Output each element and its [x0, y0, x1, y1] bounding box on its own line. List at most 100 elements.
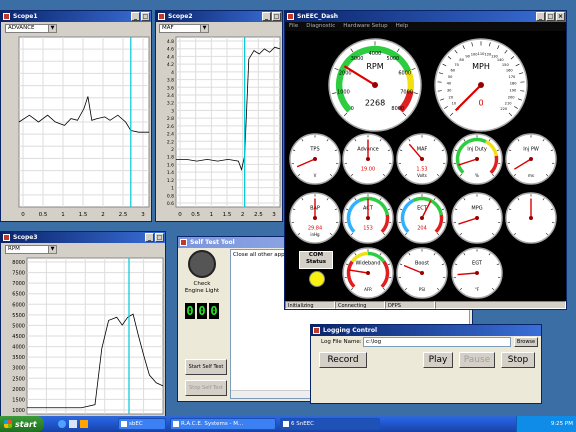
y-tick-label: 4.6: [167, 47, 174, 53]
dash-titlebar[interactable]: SnEEC_Dash _ □ ×: [285, 11, 566, 22]
gauge-label: Inj PW: [523, 146, 539, 152]
y-tick-label: 6500: [12, 292, 25, 298]
y-tick-label: 4.8: [167, 39, 174, 45]
close-button[interactable]: ×: [556, 12, 565, 21]
rpm-gauge: 0 1000 2000 3000 4000 5000 6000 7000 8000 RPM 2268: [328, 38, 422, 132]
small-gauge: EGT °F: [451, 247, 503, 299]
minimize-button[interactable]: _: [262, 12, 271, 21]
gauge-tick-label: 30: [447, 89, 452, 93]
code-digit: 0: [209, 303, 219, 319]
logging-titlebar[interactable]: Logging Control: [311, 325, 541, 336]
y-tick-label: 1000: [12, 408, 25, 414]
gauge-hub: [475, 216, 479, 220]
menu-help[interactable]: Help: [396, 22, 409, 31]
menu-diagnostic[interactable]: Diagnostic: [306, 22, 335, 31]
browse-button[interactable]: Browse: [514, 337, 538, 347]
minimize-button[interactable]: _: [145, 233, 154, 242]
com-status-indicator: [309, 271, 325, 287]
gauge-value: 1.53: [416, 166, 427, 172]
logging-window: Logging Control Log File Name: c:\log Br…: [310, 324, 542, 404]
y-tick-label: 5000: [12, 323, 25, 329]
gauge-label: MAF: [417, 146, 428, 152]
scope3-title: Scope3: [13, 234, 38, 241]
y-tick-label: 0.6: [167, 201, 174, 207]
gauge-value: 153: [363, 225, 373, 231]
start-button[interactable]: start: [0, 416, 44, 432]
gauge-value: 19.00: [361, 166, 375, 172]
x-tick-label: 1: [210, 212, 214, 218]
scope3-titlebar[interactable]: Scope3 _ □: [1, 232, 165, 243]
selftest-title: Self Test Tool: [190, 239, 235, 246]
scope2-plot: 4.8 4.6 4.4 4.2 4 3.8 3.6 3.4 3.2 3 2.8 2.6 2.4 2.2 2 1…: [158, 35, 282, 223]
gauge-unit: %: [475, 173, 479, 178]
maximize-button[interactable]: □: [272, 12, 281, 21]
pause-button[interactable]: Pause: [459, 352, 495, 368]
play-button[interactable]: Play: [423, 352, 453, 368]
y-tick-label: 1.6: [167, 162, 174, 168]
x-tick-label: 1.5: [223, 212, 232, 218]
maximize-button[interactable]: □: [546, 12, 555, 21]
stop-self-test-button[interactable]: Stop Self Test: [185, 380, 227, 396]
gauge-unit: Volts: [417, 173, 427, 178]
gauge-tick-label: 0: [351, 106, 354, 112]
dash-window: SnEEC_Dash _ □ × File Diagnostic Hardwar…: [284, 10, 567, 310]
scope1-channel-select[interactable]: ADVANCE ▼: [5, 24, 57, 33]
y-tick-label: 1500: [12, 397, 25, 403]
scope3-plot: 8000 7500 7000 6500 6000 5500 5000 4500 4000 3500…: [3, 256, 165, 416]
code-display: 0 0 0: [185, 303, 219, 319]
gauge-value: 0: [478, 99, 483, 108]
minimize-button[interactable]: _: [131, 12, 140, 21]
dash-statusbar: Initializing Connecting DFPS: [285, 301, 566, 309]
clock[interactable]: 9:25 PM: [551, 421, 573, 427]
y-tick-label: 6000: [12, 302, 25, 308]
menu-file[interactable]: File: [289, 22, 298, 31]
gauge-label: Inj Duty: [467, 146, 487, 152]
desktop-icon[interactable]: [69, 420, 77, 428]
gauge-tick-label: 1000: [337, 89, 350, 95]
quick-launch: [58, 420, 88, 428]
gauge-value: 204: [417, 225, 427, 231]
scope2-plot-svg: 4.84.64.44.243.83.63.43.232.82.62.42.221…: [167, 36, 281, 218]
ie-icon[interactable]: [58, 420, 66, 428]
plot-background: [175, 36, 281, 208]
media-icon[interactable]: [80, 420, 88, 428]
start-self-test-button[interactable]: Start Self Test: [185, 359, 227, 375]
gauge-tick-label: 50: [448, 75, 453, 79]
small-gauge: Advance19.00: [342, 133, 394, 185]
small-gauge: ACT153: [342, 192, 394, 244]
status-cell: DFPS: [385, 301, 435, 309]
taskbar-item-sbec[interactable]: sbEC: [118, 418, 166, 430]
gauge-unit: °F: [475, 287, 480, 292]
small-gauge: [505, 192, 557, 244]
gauge-hub: [478, 82, 484, 88]
scope2-channel-select[interactable]: MAF ▼: [159, 24, 209, 33]
gauge-hub: [366, 216, 370, 220]
maximize-button[interactable]: □: [155, 233, 164, 242]
y-tick-label: 3.2: [167, 101, 174, 107]
gauge-tick-label: 40: [447, 82, 452, 86]
gauge-hub: [372, 82, 378, 88]
taskbar: start sbEC R.A.C.E. Systems - M... 6 SnE…: [0, 416, 576, 432]
gauge-hub: [313, 157, 317, 161]
gauge-hub: [366, 157, 370, 161]
stop-button[interactable]: Stop: [501, 352, 535, 368]
scope1-plot-svg: 0 0.5 1 1.5 2 2.5 3: [18, 36, 150, 218]
log-file-input[interactable]: c:\log: [363, 337, 511, 347]
taskbar-item-sneec[interactable]: 6 SnEEC: [280, 418, 380, 430]
chevron-down-icon: ▼: [48, 25, 56, 32]
minimize-button[interactable]: _: [536, 12, 545, 21]
record-button[interactable]: Record: [319, 352, 367, 368]
app-icon: [3, 13, 10, 20]
gauge-tick-label: 200: [508, 95, 516, 99]
menu-hardware-setup[interactable]: Hardware Setup: [343, 22, 387, 31]
scope2-titlebar[interactable]: Scope2 _ □: [156, 11, 282, 22]
maximize-button[interactable]: □: [141, 12, 150, 21]
scope1-plot: 0 0.5 1 1.5 2 2.5 3: [5, 35, 151, 223]
small-gauge: BAPinHg29.84: [289, 192, 341, 244]
small-gauge: TPS V: [289, 133, 341, 185]
app-icon: [3, 234, 10, 241]
taskbar-item-race[interactable]: R.A.C.E. Systems - M...: [170, 418, 276, 430]
scope1-titlebar[interactable]: Scope1 _ □: [1, 11, 151, 22]
small-gauge: MPG: [451, 192, 503, 244]
scope3-channel-select[interactable]: RPM ▼: [5, 245, 57, 254]
